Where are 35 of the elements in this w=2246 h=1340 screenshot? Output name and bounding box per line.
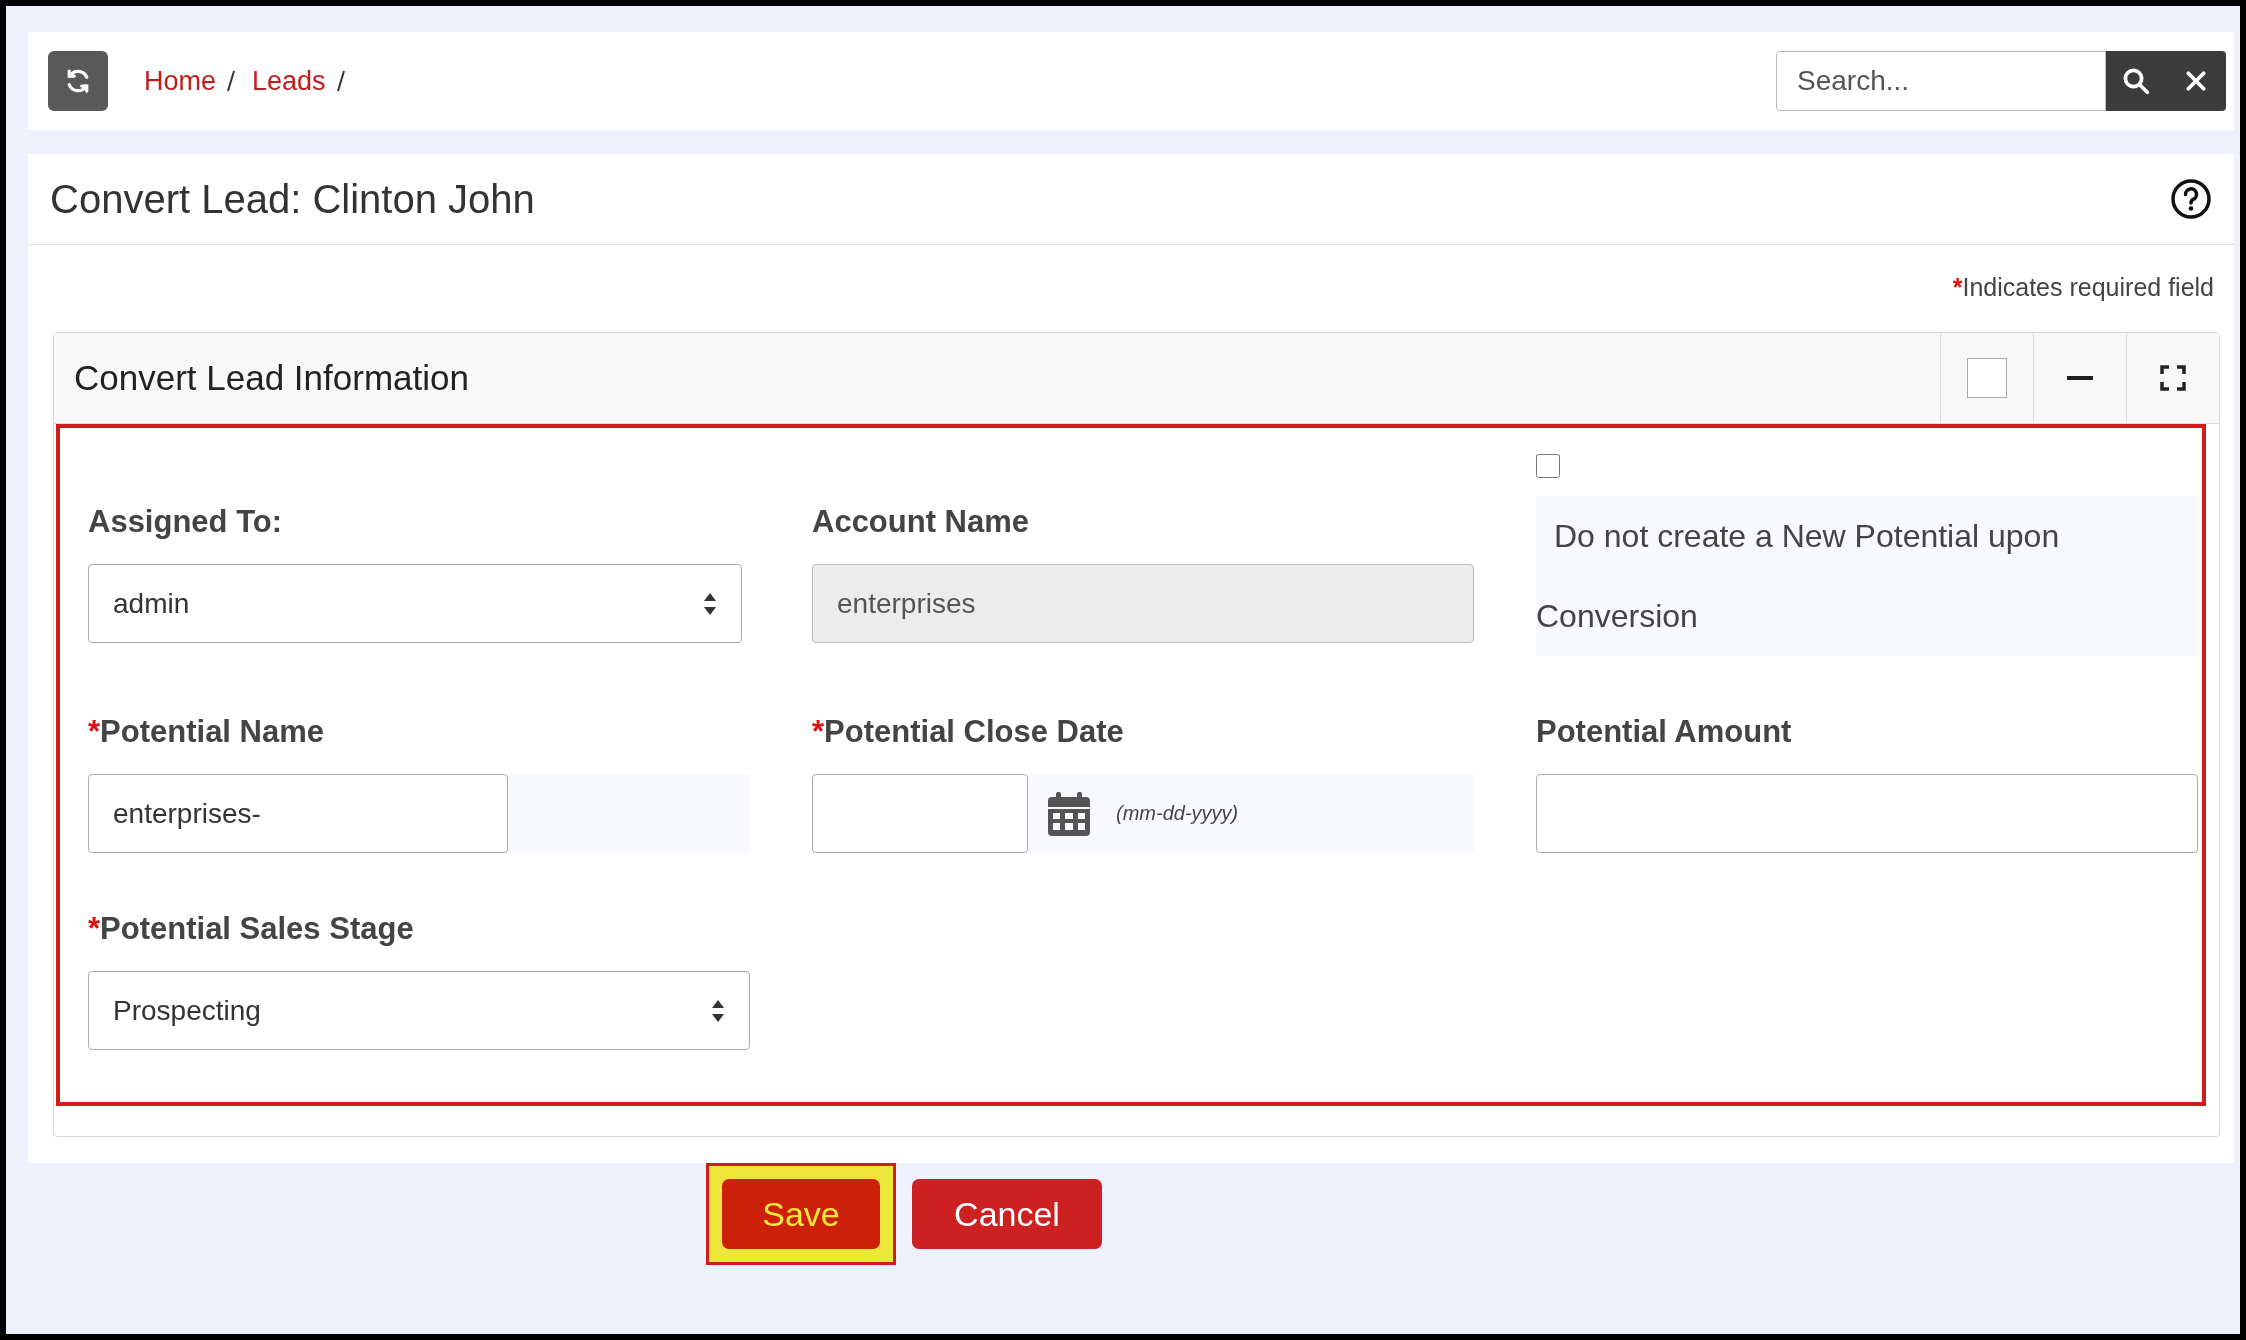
breadcrumb-link[interactable]: Leads <box>252 65 326 97</box>
select-field[interactable]: Prospecting <box>88 971 750 1050</box>
panel-title: Convert Lead Information <box>73 358 469 398</box>
search-icon <box>2121 66 2151 96</box>
page-title: Convert Lead: Clinton John <box>50 176 535 222</box>
search-button[interactable] <box>2106 51 2166 111</box>
select-value: Prospecting <box>113 994 261 1027</box>
breadcrumb-separator-icon <box>335 68 346 94</box>
cancel-button[interactable]: Cancel <box>912 1179 1102 1249</box>
field-label: Potential Amount <box>1536 714 1793 750</box>
field-label: *Potential Close Date <box>812 714 1125 750</box>
help-icon[interactable] <box>2170 178 2212 220</box>
field-label: Assigned To: <box>88 504 284 540</box>
input-field[interactable] <box>1536 774 2198 853</box>
expand-icon[interactable] <box>2160 365 2186 391</box>
close-button[interactable] <box>2166 51 2226 111</box>
input-field: enterprises <box>812 564 1474 643</box>
search-field[interactable]: Search... <box>1776 51 2106 111</box>
field-label: Account Name <box>812 504 1031 540</box>
field-label: *Potential Name <box>88 714 326 750</box>
input-field[interactable]: enterprises- <box>88 774 508 853</box>
breadcrumb-separator-icon <box>226 68 237 94</box>
date-field[interactable] <box>812 774 1028 853</box>
checkbox[interactable] <box>1536 454 1560 478</box>
select-field[interactable]: admin <box>88 564 742 643</box>
select-value: admin <box>113 587 190 620</box>
field-label: *Potential Sales Stage <box>88 911 415 947</box>
save-button[interactable]: Save <box>722 1179 880 1249</box>
breadcrumb-link[interactable]: Home <box>144 65 217 97</box>
checkbox-label: Do not create a New Potential upon Conversion <box>1536 496 2198 656</box>
calendar-icon[interactable] <box>1048 791 1090 836</box>
date-format-hint: (mm-dd-yyyy) <box>1116 802 1239 825</box>
refresh-button[interactable] <box>48 51 108 111</box>
close-icon <box>2185 70 2207 92</box>
required-field-note: *Indicates required field <box>1952 273 2214 302</box>
